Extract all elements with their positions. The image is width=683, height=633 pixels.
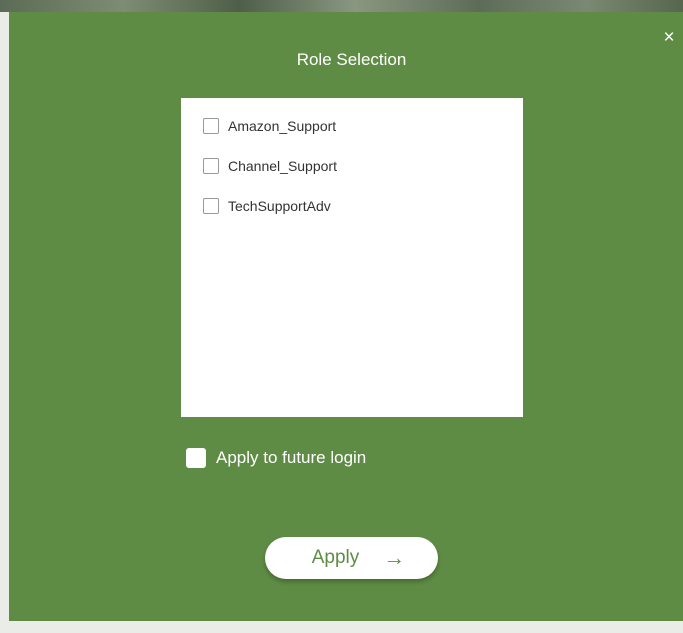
future-login-checkbox[interactable] bbox=[186, 448, 206, 468]
checkbox[interactable] bbox=[203, 158, 219, 174]
apply-button[interactable]: Apply → bbox=[265, 537, 438, 579]
role-option-techsupportadv[interactable]: TechSupportAdv bbox=[203, 198, 331, 214]
future-login-label: Apply to future login bbox=[216, 448, 367, 467]
checkbox[interactable] bbox=[203, 118, 219, 134]
role-selection-dialog: × Role Selection Amazon_Support Channel_… bbox=[9, 12, 683, 621]
dialog-title: Role Selection bbox=[296, 50, 407, 69]
role-list: Amazon_Support Channel_Support TechSuppo… bbox=[181, 98, 523, 417]
apply-label: Apply bbox=[311, 547, 360, 568]
role-label: Channel_Support bbox=[228, 158, 337, 174]
role-label: TechSupportAdv bbox=[228, 198, 331, 214]
role-label: Amazon_Support bbox=[228, 118, 337, 134]
arrow-right-icon: → bbox=[383, 545, 406, 570]
apply-to-future-login-option[interactable]: Apply to future login bbox=[186, 448, 366, 468]
close-icon[interactable]: × bbox=[659, 28, 679, 48]
role-option-channel-support[interactable]: Channel_Support bbox=[203, 158, 337, 174]
checkbox[interactable] bbox=[203, 198, 219, 214]
background-strip bbox=[0, 0, 683, 12]
role-option-amazon-support[interactable]: Amazon_Support bbox=[203, 118, 336, 134]
